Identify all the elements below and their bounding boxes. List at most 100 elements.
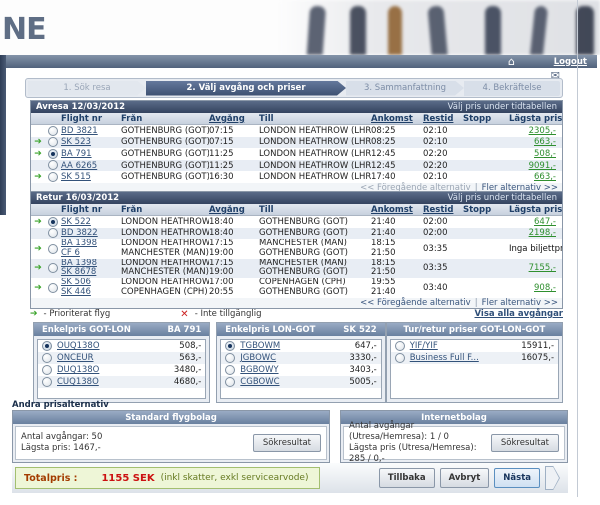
fare-radio-selected[interactable]: [42, 341, 52, 351]
flight-radio[interactable]: [48, 244, 58, 254]
col-dur[interactable]: Restid: [423, 205, 463, 215]
home-icon[interactable]: ⌂: [508, 56, 515, 67]
flight-link[interactable]: SK 446: [61, 288, 121, 298]
step-bekraftelse[interactable]: 4. Bekräftelse: [464, 81, 560, 96]
fare-radio[interactable]: [395, 353, 405, 363]
standard-airlines-box: Standard flygbolag Antal avgångar: 50 Lä…: [12, 410, 330, 463]
outbound-header-row: Flight nr Från Avgång Till Ankomst Resti…: [31, 113, 562, 125]
flight-radio[interactable]: [48, 228, 58, 238]
fare-code-link[interactable]: BGBOWY: [240, 365, 278, 375]
from-cell: GOTHENBURG (GOT): [121, 126, 209, 136]
fare-radio[interactable]: [395, 341, 405, 351]
flight-link[interactable]: CF 6: [61, 249, 121, 259]
fare-code-link[interactable]: TGBOWM: [240, 341, 280, 351]
col-arr[interactable]: Ankomst: [371, 205, 423, 215]
col-flight: Flight nr: [61, 114, 121, 124]
prev-alternatives-link[interactable]: << Föregående alternativ: [360, 298, 471, 308]
col-price: Lägsta pris: [509, 205, 562, 215]
flight-link[interactable]: BA 791: [61, 149, 92, 159]
departures-count: Antal avgångar: 50: [21, 432, 102, 443]
fare-option: OUQ138O508,-: [38, 340, 205, 352]
fare-radio[interactable]: [42, 377, 52, 387]
standard-airlines-title: Standard flygbolag: [13, 411, 329, 424]
dep-cell: 07:15: [209, 137, 259, 147]
search-results-button[interactable]: Sökresultat: [253, 434, 321, 452]
dur-cell: 02:00: [423, 217, 463, 227]
price-link[interactable]: 663,-: [534, 172, 556, 182]
no-price-text: Inga biljettpriser: [509, 244, 562, 254]
price-link[interactable]: 2198,-: [529, 228, 556, 238]
back-button[interactable]: Tillbaka: [379, 468, 435, 488]
flight-link[interactable]: BD 3821: [61, 126, 98, 136]
priority-arrow-icon: ➔: [30, 309, 38, 319]
price-link[interactable]: 908,-: [534, 283, 556, 293]
flight-radio[interactable]: [48, 283, 58, 293]
next-button[interactable]: Nästa: [494, 468, 540, 488]
more-alternatives-link[interactable]: Fler alternativ >>: [482, 298, 558, 308]
price-link[interactable]: 7155,-: [529, 263, 556, 273]
price-link[interactable]: 663,-: [534, 137, 556, 147]
arr-cell: 21:40: [371, 217, 423, 227]
banner-photo: [280, 0, 600, 55]
flight-link[interactable]: SK 522: [61, 217, 91, 227]
fare-radio[interactable]: [225, 377, 235, 387]
flight-link[interactable]: SK 8678: [61, 268, 121, 278]
fare-price: 5005,-: [349, 377, 376, 387]
to-cell: GOTHENBURG (GOT): [259, 228, 371, 238]
fare-price: 3330,-: [349, 353, 376, 363]
fare-code-link[interactable]: OUQ138O: [57, 341, 100, 351]
flight-radio[interactable]: [48, 172, 58, 182]
show-all-departures-link[interactable]: Visa alla avgångar: [474, 309, 563, 319]
cancel-button[interactable]: Avbryt: [440, 468, 490, 488]
search-results-button[interactable]: Sökresultat: [491, 434, 559, 452]
price-link[interactable]: 647,-: [534, 217, 556, 227]
col-dep[interactable]: Avgång: [209, 114, 259, 124]
fare-code-link[interactable]: YIF/YIF: [410, 341, 438, 351]
fare-code-link[interactable]: JGBOWC: [240, 353, 276, 363]
price-link[interactable]: 9091,-: [529, 161, 556, 171]
flight-link[interactable]: BD 3822: [61, 228, 98, 238]
lowest-price: Lägsta pris: 1467,-: [21, 443, 102, 454]
left-edge-strip: [0, 55, 6, 215]
flight-link[interactable]: SK 515: [61, 172, 91, 182]
col-dep[interactable]: Avgång: [209, 205, 259, 215]
flight-radio[interactable]: [48, 126, 58, 136]
col-arr[interactable]: Ankomst: [371, 114, 423, 124]
arr-cell: 12:45: [371, 149, 423, 159]
fare-radio[interactable]: [225, 365, 235, 375]
fare-box-flight: BA 791: [168, 325, 202, 335]
flight-radio[interactable]: [48, 263, 58, 273]
fare-radio-selected[interactable]: [225, 341, 235, 351]
col-dur[interactable]: Restid: [423, 114, 463, 124]
flight-radio-selected[interactable]: [48, 217, 58, 227]
next-chevron-icon: [545, 466, 560, 490]
flight-link[interactable]: SK 523: [61, 137, 91, 147]
fare-code-link[interactable]: CGBOWC: [240, 377, 279, 387]
fare-box-title: Enkelpris LON-GOT: [225, 325, 315, 335]
fare-code-link[interactable]: DUQ138O: [57, 365, 99, 375]
outbound-title: Avresa 12/03/2012: [36, 102, 125, 112]
to-cell: LONDON HEATHROW (LHR): [259, 172, 371, 182]
price-link[interactable]: 508,-: [534, 149, 556, 159]
fare-radio[interactable]: [42, 353, 52, 363]
price-link[interactable]: 2305,-: [529, 126, 556, 136]
flight-link[interactable]: AA 6265: [61, 161, 97, 171]
fare-radio[interactable]: [225, 353, 235, 363]
step-valj-avgang[interactable]: 2. Välj avgång och priser: [146, 81, 346, 96]
fare-price: 15911,-: [521, 341, 554, 351]
logout-link[interactable]: Logout: [554, 57, 587, 67]
step-sok-resa[interactable]: 1. Sök resa: [28, 81, 146, 96]
total-price-note: (inkl skatter, exkl servicearvode): [161, 473, 309, 483]
arr-cell: 17:40: [371, 172, 423, 182]
fare-code-link[interactable]: Business Full F...: [410, 353, 479, 363]
fare-code-link[interactable]: ONCEUR: [57, 353, 93, 363]
flight-radio-selected[interactable]: [48, 149, 58, 159]
other-prices-title: Andra prisalternativ: [12, 400, 109, 410]
flight-radio[interactable]: [48, 160, 58, 170]
table-row: ➔ BA 1398CF 6 LONDON HEATHROW (LHR)MANCH…: [31, 239, 562, 259]
fare-code-link[interactable]: CUQ138O: [57, 377, 99, 387]
fare-radio[interactable]: [42, 365, 52, 375]
flight-radio[interactable]: [48, 137, 58, 147]
step-sammanfattning[interactable]: 3. Sammanfattning: [346, 81, 464, 96]
table-row: ➔ SK 506SK 446 LONDON HEATHROW (LHR)COPE…: [31, 278, 562, 298]
